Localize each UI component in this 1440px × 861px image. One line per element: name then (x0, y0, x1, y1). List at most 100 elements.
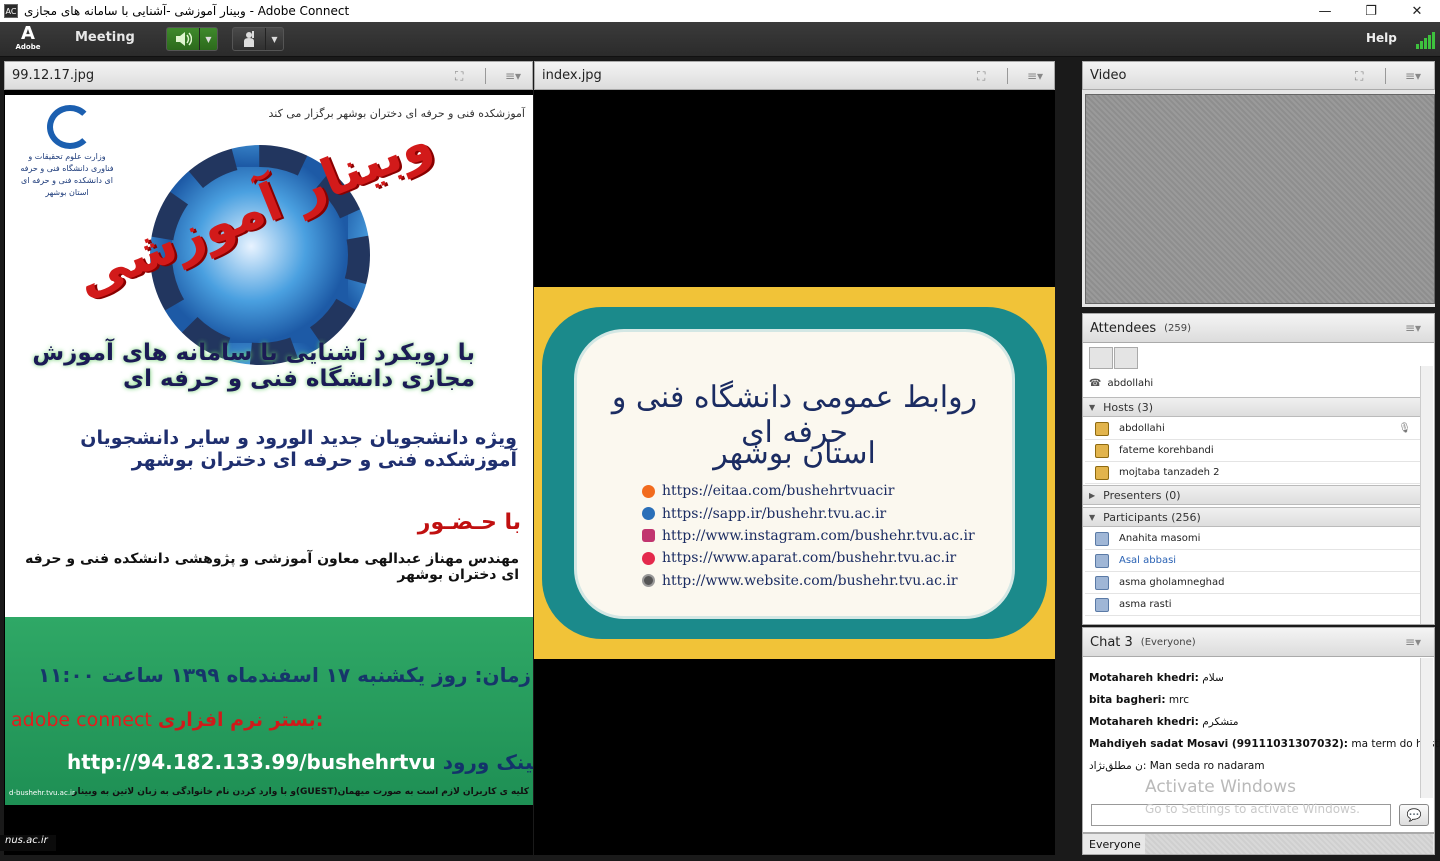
raise-hand-icon (233, 28, 265, 50)
poster-platform: adobe connect بستر نرم افزاری: (11, 709, 324, 731)
pr-links-list: https://eitaa.com/bushehrtvuacir https:/… (642, 480, 975, 592)
adobe-logo: A Adobe (15, 23, 41, 52)
chat-message: Motahareh khedri: سلام (1089, 672, 1224, 684)
fullscreen-icon[interactable]: ⛶ (977, 69, 985, 84)
university-logo-icon (47, 105, 93, 149)
pr-link-instagram: http://www.instagram.com/bushehr.tvu.ac.… (642, 525, 975, 547)
chat-message: bita bagheri: mrc (1089, 694, 1190, 706)
attendee-row[interactable]: abdollahi 🎙 (1085, 418, 1421, 440)
attendee-row[interactable]: asma rasti (1085, 594, 1421, 616)
pod-title: Attendees (1090, 320, 1157, 336)
bottom-strip (0, 855, 1440, 861)
recipient-pattern (1145, 834, 1433, 854)
chevron-down-icon[interactable]: ▼ (265, 28, 283, 50)
activation-watermark-sub: Go to Settings to activate Windows. (1145, 802, 1360, 816)
pod-title: Video (1090, 68, 1127, 83)
poster-subtitle: با رویکرد آشنایی با سامانه های آموزش مجا… (32, 340, 475, 392)
chevron-down-icon[interactable]: ▼ (199, 28, 217, 50)
chat-messages: Motahareh khedri: سلام bita bagheri: mrc… (1089, 672, 1440, 782)
pod-options-icon[interactable]: ≡▾ (1405, 321, 1421, 335)
pod-title: Chat 3 (1090, 634, 1133, 650)
poster-audience: ویژه دانشجویان جدید الورود و سایر دانشجو… (80, 427, 517, 471)
microphone-icon: 🎙 (1398, 423, 1411, 434)
aparat-icon (642, 551, 655, 565)
fullscreen-icon[interactable]: ⛶ (455, 69, 463, 84)
pod-options-icon[interactable]: ≡▾ (1027, 69, 1043, 83)
pr-link-soroush: https://sapp.ir/bushehr.tvu.ac.ir (642, 502, 975, 524)
speaker-toggle[interactable]: ▼ (166, 27, 218, 51)
video-pod-header: Video ⛶ ≡▾ (1082, 61, 1435, 90)
pod-title: index.jpg (542, 68, 602, 83)
chat-message: Mahdiyeh sadat Mosavi (99111031307032): … (1089, 738, 1440, 750)
window-title: وبینار آموزشی -آشنایی با سامانه های مجاز… (24, 4, 350, 18)
recipient-label: Everyone (1089, 838, 1141, 851)
shared-image-public-relations: روابط عمومی دانشگاه فنی و حرفه ای استان … (534, 287, 1055, 659)
speech-bubble-icon: 💬 (1406, 808, 1422, 822)
chat-pod-header: Chat 3 (Everyone) ≡▾ (1083, 628, 1434, 657)
share-pod-1-header: 99.12.17.jpg ⛶ ≡▾ (4, 61, 533, 90)
pod-title: 99.12.17.jpg (12, 68, 95, 83)
chevron-down-icon: ▼ (1089, 512, 1096, 522)
pr-link-website: http://www.website.com/bushehr.tvu.ac.ir (642, 570, 975, 592)
pod-options-icon[interactable]: ≡▾ (505, 69, 521, 83)
hosts-group[interactable]: ▼ Hosts (3) (1083, 397, 1421, 417)
status-button[interactable]: ▼ (232, 27, 284, 51)
attendees-pod: Attendees (259) ≡▾ ☎ abdollahi ▼ Hosts (3… (1082, 313, 1435, 625)
poster-speaker: مهندس مهناز عبدالهی معاون آموزشی و پژوهش… (25, 551, 519, 583)
soroush-icon (642, 507, 655, 521)
bottom-left-watermark: nus.ac.ir (0, 835, 56, 851)
pr-link-aparat: https://www.aparat.com/bushehr.tvu.ac.ir (642, 547, 975, 569)
attendee-row[interactable]: Asal abbasi (1085, 550, 1421, 572)
attendee-view-tabs (1089, 347, 1139, 369)
attendee-row[interactable]: fateme korehbandi (1085, 440, 1421, 462)
current-user: ☎ abdollahi (1089, 378, 1154, 389)
host-icon (1095, 421, 1109, 436)
chat-scrollbar[interactable] (1420, 658, 1433, 798)
pr-subtitle: استان بوشهر (713, 436, 876, 471)
participants-group[interactable]: ▼ Participants (256) (1083, 507, 1421, 527)
connection-signal-icon (1416, 31, 1436, 49)
attendee-row[interactable]: mojtaba tanzadeh 2 (1085, 462, 1421, 484)
host-icon (1095, 443, 1109, 458)
pod-options-icon[interactable]: ≡▾ (1405, 69, 1421, 83)
poster-time: زمان: روز یکشنبه ۱۷ اسفندماه ۱۳۹۹ ساعت ۱… (37, 663, 531, 687)
restore-button[interactable]: ❐ (1348, 0, 1394, 22)
attendees-scrollbar[interactable] (1420, 366, 1433, 624)
attendees-pod-header: Attendees (259) ≡▾ (1083, 314, 1434, 343)
chat-recipient-selector[interactable]: Everyone (1082, 833, 1435, 855)
share-pod-2-header: index.jpg ⛶ ≡▾ (534, 61, 1055, 90)
pr-link-eitaa: https://eitaa.com/bushehrtvuacir (642, 480, 975, 502)
menu-bar: A Adobe Meeting ▼ ▼ Help (0, 22, 1440, 57)
help-menu[interactable]: Help (1366, 31, 1397, 45)
chat-scope: (Everyone) (1140, 636, 1196, 648)
instagram-icon (642, 529, 655, 543)
list-view-icon[interactable] (1089, 347, 1113, 369)
pod-options-icon[interactable]: ≡▾ (1405, 635, 1421, 649)
participant-icon (1095, 597, 1109, 612)
minimize-button[interactable]: — (1302, 0, 1348, 22)
meeting-menu[interactable]: Meeting (75, 30, 135, 45)
attendee-row[interactable]: asma gholamneghad (1085, 572, 1421, 594)
presenters-group[interactable]: ▶ Presenters (0) (1083, 485, 1421, 505)
video-area (1085, 94, 1435, 304)
chevron-down-icon: ▼ (1089, 402, 1096, 412)
grid-view-icon[interactable] (1114, 347, 1138, 369)
host-icon (1095, 465, 1109, 480)
poster-link: http://94.182.133.99/bushehrtvu لینک ورو… (67, 750, 533, 774)
poster-footer: d-bushehr.tvu.ac.ir (9, 789, 75, 797)
poster-note: کلیه ی کاربران لازم است به صورت میهمان(G… (72, 787, 529, 797)
eitaa-icon (642, 484, 655, 498)
title-bar: AC وبینار آموزشی -آشنایی با سامانه های م… (0, 0, 1440, 22)
poster-top-line: آموزشکده فنی و حرفه ای دختران بوشهر برگز… (268, 107, 525, 120)
poster-with-presence: با حـضـور (417, 510, 521, 535)
close-button[interactable]: ✕ (1394, 0, 1440, 22)
participant-icon (1095, 553, 1109, 568)
send-message-button[interactable]: 💬 (1399, 804, 1429, 826)
shared-image-webinar-poster: آموزشکده فنی و حرفه ای دختران بوشهر برگز… (5, 95, 533, 805)
adobe-connect-app-icon: AC (4, 4, 18, 18)
chat-pod: Chat 3 (Everyone) ≡▾ Motahareh khedri: س… (1082, 627, 1440, 833)
poster-org-text: وزارت علوم تحقیقات و فناوری دانشگاه فنی … (20, 152, 114, 197)
globe-icon (642, 574, 655, 588)
attendee-row[interactable]: Anahita masomi (1085, 528, 1421, 550)
fullscreen-icon[interactable]: ⛶ (1355, 69, 1363, 84)
